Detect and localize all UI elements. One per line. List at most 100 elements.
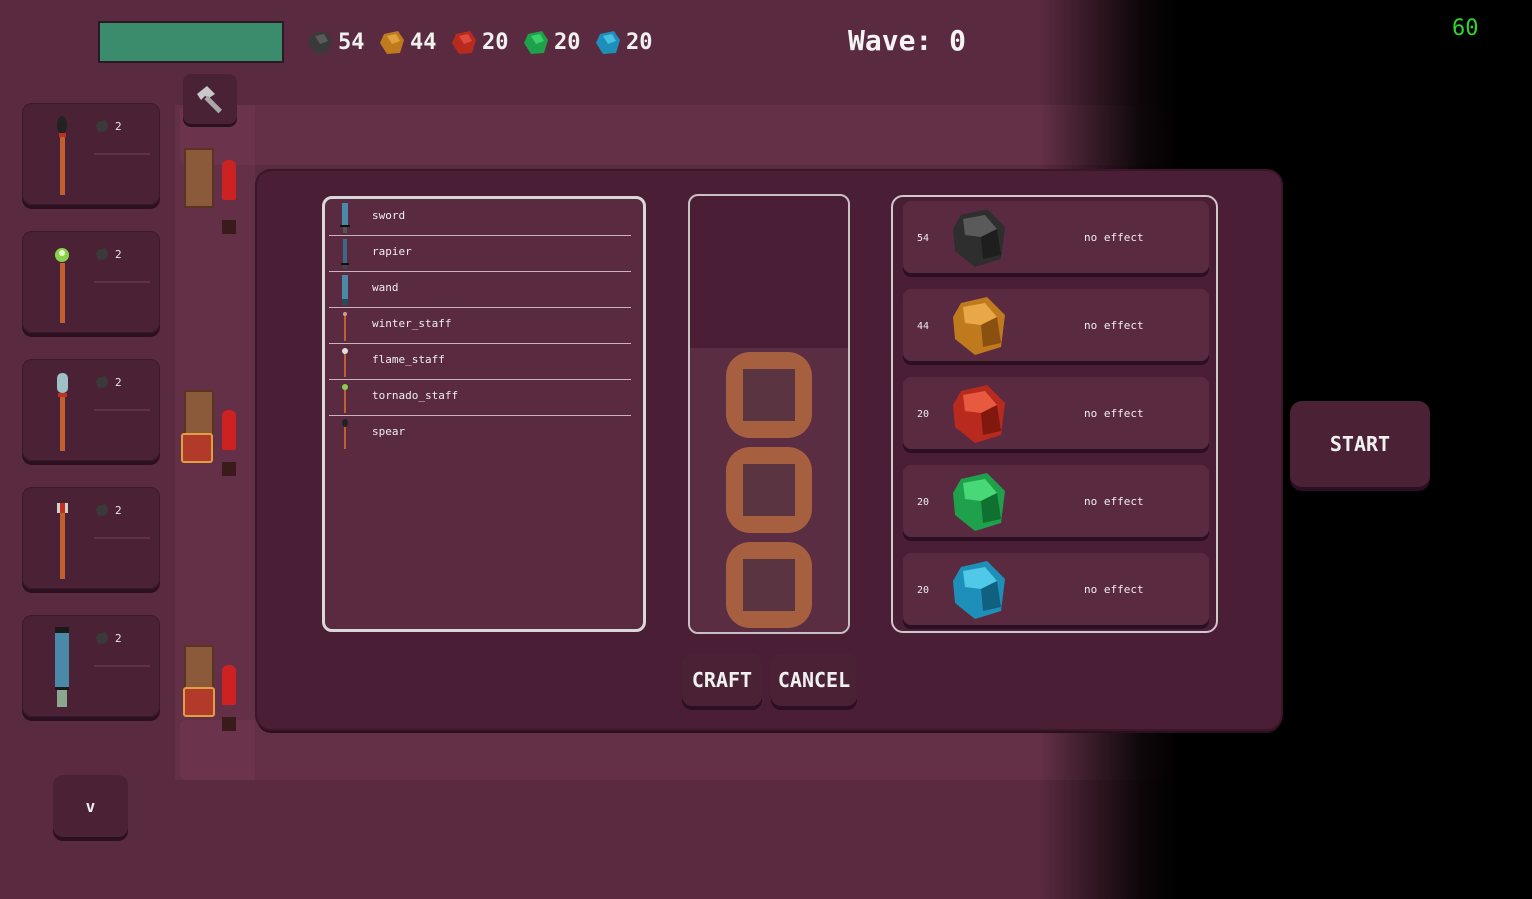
recipe-item-spear[interactable]: spear (329, 415, 631, 451)
weapon-card-sword[interactable]: 2 (22, 615, 160, 717)
recipe-name: sword (372, 209, 406, 222)
red-gem-icon (452, 31, 476, 54)
crate-tile (184, 148, 214, 208)
gem-row-blue[interactable]: 20 no effect (903, 553, 1209, 625)
red-gem-icon (953, 385, 1005, 443)
gem-row-amber[interactable]: 44 no effect (903, 289, 1209, 361)
weapon-cost: 2 (115, 376, 122, 389)
health-bar (98, 21, 284, 63)
rapier-icon (341, 239, 349, 269)
fps-counter: 60 (1452, 16, 1479, 41)
tornado-staff-icon (55, 248, 69, 323)
wave-counter: Wave: 0 (848, 24, 967, 57)
gem-effect: no effect (1084, 583, 1144, 596)
crafting-slot[interactable] (726, 447, 812, 533)
recipe-name: spear (372, 425, 406, 438)
start-button[interactable]: START (1290, 401, 1430, 487)
torch-tile (222, 410, 236, 450)
gem-count: 20 (917, 497, 930, 508)
map-path (180, 105, 1180, 165)
gem-list: 54 no effect 44 no effect 20 no effect 2… (891, 195, 1218, 633)
recipe-name: flame_staff (372, 353, 445, 366)
spear-icon (342, 419, 348, 449)
black-gem-icon (96, 504, 108, 516)
gem-count: 20 (917, 585, 930, 596)
resource-count: 20 (482, 29, 509, 55)
gem-effect: no effect (1084, 231, 1144, 244)
blue-gem-icon (596, 31, 620, 54)
winter-staff-icon (57, 373, 68, 451)
weapon-card-spear[interactable]: 2 (22, 103, 160, 205)
cost-divider (94, 281, 150, 283)
cost-divider (94, 153, 150, 155)
green-gem-icon (953, 473, 1005, 531)
craft-button[interactable]: CRAFT (682, 654, 762, 706)
black-gem-icon (96, 248, 108, 260)
flame-staff-icon (57, 503, 68, 579)
map-path (180, 720, 1180, 780)
black-gem-icon (96, 376, 108, 388)
slot-area (690, 348, 848, 632)
resource-black: 54 (306, 28, 365, 56)
chest-tile (181, 433, 213, 463)
recipe-name: rapier (372, 245, 412, 258)
recipe-item-rapier[interactable]: rapier (329, 235, 631, 272)
recipe-item-wand[interactable]: wand (329, 271, 631, 308)
winter-staff-icon (343, 312, 347, 341)
amber-gem-icon (953, 297, 1005, 355)
torch-tile (222, 665, 236, 705)
recipe-name: tornado_staff (372, 389, 459, 402)
gem-count: 20 (917, 409, 930, 420)
wand-icon (342, 275, 348, 305)
cost-divider (94, 665, 150, 667)
resource-amber: 44 (378, 28, 437, 56)
tornado-staff-icon (342, 384, 348, 413)
hammer-icon (197, 86, 223, 114)
torch-tile (222, 160, 236, 200)
resource-red: 20 (450, 28, 509, 56)
resource-blue: 20 (594, 28, 653, 56)
gem-count: 44 (917, 321, 930, 332)
recipe-item-sword[interactable]: sword (329, 199, 631, 236)
weapon-card-winter-staff[interactable]: 2 (22, 359, 160, 461)
sword-icon (340, 203, 350, 233)
gem-effect: no effect (1084, 319, 1144, 332)
weapon-cost: 2 (115, 632, 122, 645)
weapon-card-flame-staff[interactable]: 2 (22, 487, 160, 589)
crafting-slot[interactable] (726, 352, 812, 438)
gem-row-red[interactable]: 20 no effect (903, 377, 1209, 449)
cost-divider (94, 537, 150, 539)
torch-base-tile (222, 462, 236, 476)
chest-tile (183, 687, 215, 717)
gem-effect: no effect (1084, 407, 1144, 420)
weapon-cost: 2 (115, 120, 122, 133)
weapon-cost: 2 (115, 504, 122, 517)
gem-row-black[interactable]: 54 no effect (903, 201, 1209, 273)
crafting-slot[interactable] (726, 542, 812, 628)
weapon-card-tornado-staff[interactable]: 2 (22, 231, 160, 333)
black-gem-icon (96, 120, 108, 132)
amber-gem-icon (380, 31, 404, 54)
gem-row-green[interactable]: 20 no effect (903, 465, 1209, 537)
black-gem-icon (308, 31, 332, 54)
torch-base-tile (222, 220, 236, 234)
green-gem-icon (524, 31, 548, 54)
blue-gem-icon (953, 561, 1005, 619)
black-gem-icon (953, 209, 1005, 267)
resource-count: 44 (410, 29, 437, 55)
crafting-slots (688, 194, 850, 634)
black-gem-icon (96, 632, 108, 644)
recipe-name: wand (372, 281, 399, 294)
hammer-button[interactable] (183, 74, 237, 124)
recipe-item-winter-staff[interactable]: winter_staff (329, 307, 631, 344)
gem-effect: no effect (1084, 495, 1144, 508)
scroll-down-button[interactable]: v (53, 775, 128, 837)
recipe-item-tornado-staff[interactable]: tornado_staff (329, 379, 631, 416)
resource-green: 20 (522, 28, 581, 56)
cancel-button[interactable]: CANCEL (771, 654, 857, 706)
cost-divider (94, 409, 150, 411)
recipe-list: sword rapier wand winter_staff flame_sta… (322, 196, 646, 632)
gem-count: 54 (917, 233, 930, 244)
recipe-item-flame-staff[interactable]: flame_staff (329, 343, 631, 380)
resource-count: 54 (338, 29, 365, 55)
